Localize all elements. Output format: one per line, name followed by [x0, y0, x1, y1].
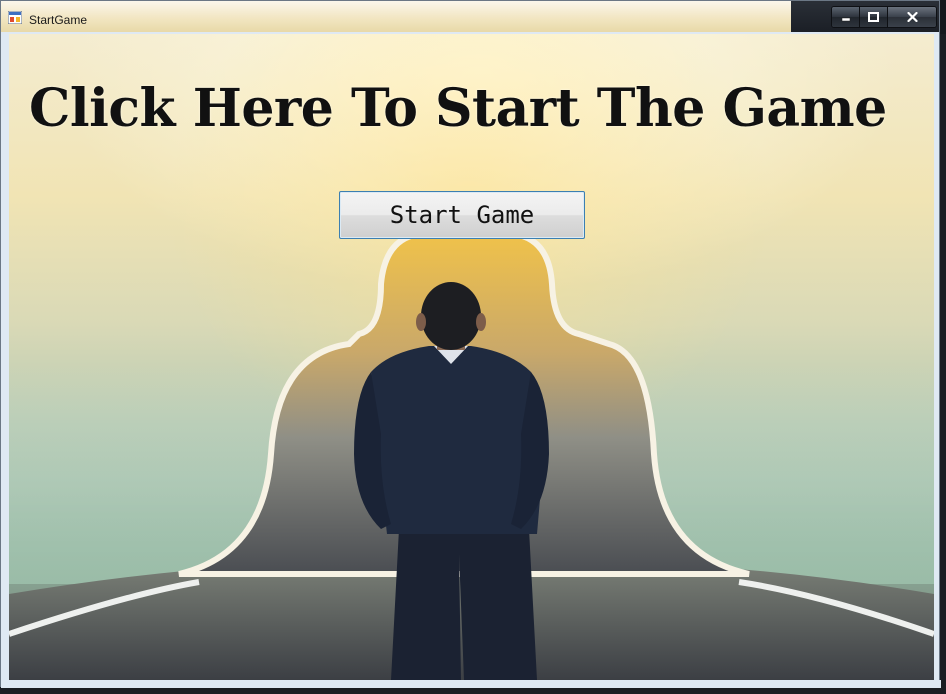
page-title: Click Here To Start The Game — [29, 78, 887, 139]
app-icon — [8, 11, 22, 24]
start-game-button[interactable]: Start Game — [339, 191, 585, 239]
window-title: StartGame — [29, 13, 88, 27]
maximize-icon — [868, 12, 879, 22]
minimize-icon — [841, 17, 850, 22]
close-button[interactable] — [888, 7, 936, 27]
maximize-button[interactable] — [860, 7, 888, 27]
close-icon — [906, 12, 918, 22]
minimize-button[interactable] — [832, 7, 860, 27]
title-bar[interactable]: StartGame — [1, 1, 791, 32]
game-canvas: Click Here To Start The Game Start Game — [9, 34, 934, 680]
app-window: StartGame Click Here To Start The Game S… — [0, 0, 941, 688]
window-bottom-border — [1, 680, 941, 688]
caption-buttons — [831, 6, 937, 28]
